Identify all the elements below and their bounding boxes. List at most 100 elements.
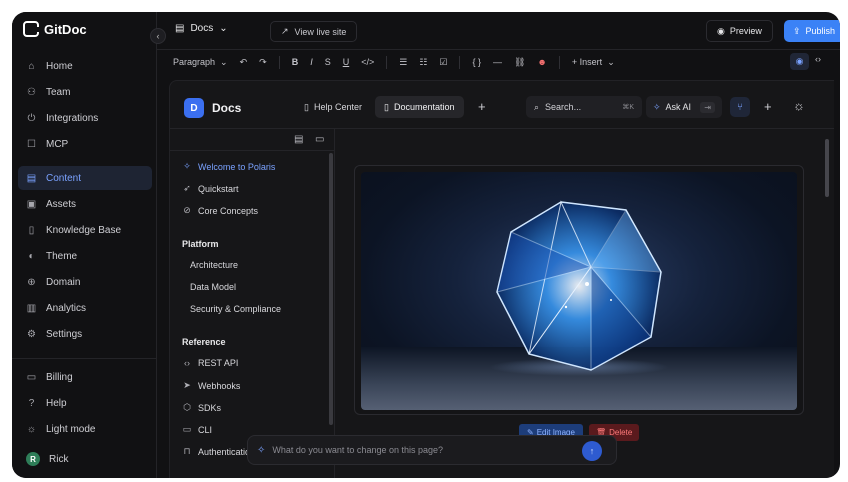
chevron-down-icon: ⌄ bbox=[220, 56, 228, 67]
sidebar-bottom-nav: ▭ Billing ? Help ☼ Light mode R Rick bbox=[18, 365, 152, 473]
space-selector[interactable]: ▤ Docs ⌄ bbox=[175, 23, 228, 34]
robot-icon: ☐ bbox=[27, 138, 36, 150]
book-icon: ▯ bbox=[384, 101, 389, 112]
sun-icon: ☼ bbox=[26, 423, 37, 435]
content-scrollbar[interactable] bbox=[825, 139, 829, 197]
publish-button[interactable]: ⇪ Publish bbox=[784, 20, 840, 42]
tree-item-quickstart[interactable]: ➶ Quickstart bbox=[182, 183, 238, 194]
tree-item-core-concepts[interactable]: ⊘ Core Concepts bbox=[182, 205, 258, 216]
sun-icon[interactable]: ☼ bbox=[793, 98, 805, 113]
sidebar-item-integrations[interactable]: ⏻ Integrations bbox=[18, 106, 152, 130]
lock-icon: ⊓ bbox=[183, 446, 191, 456]
bullet-list-icon[interactable]: ☰ bbox=[399, 57, 407, 68]
sidebar-item-settings[interactable]: ⚙ Settings bbox=[18, 322, 152, 346]
eye-icon: ◉ bbox=[717, 25, 725, 36]
redo-icon[interactable]: ↷ bbox=[259, 57, 267, 68]
notification-dot bbox=[839, 18, 840, 23]
search-input[interactable]: ⌕ Search... ⌘K bbox=[526, 96, 642, 118]
monitor-icon: ▭ bbox=[182, 424, 192, 434]
site-logo: D bbox=[184, 98, 204, 118]
inline-code-button[interactable]: </> bbox=[361, 57, 374, 67]
tree-item-authentication[interactable]: ⊓ Authentication bbox=[182, 446, 255, 457]
tree-item-sdks[interactable]: ⬡ SDKs bbox=[182, 402, 221, 413]
ask-ai-button[interactable]: ✧ Ask AI ⇥ bbox=[646, 96, 722, 118]
help-icon: ? bbox=[28, 397, 35, 409]
palette-icon: ◐ bbox=[28, 250, 35, 262]
emoji-icon[interactable]: ☻ bbox=[537, 57, 546, 67]
brand[interactable]: GitDoc bbox=[23, 21, 87, 37]
tree-item-welcome[interactable]: ✧ Welcome to Polaris bbox=[182, 161, 275, 172]
sidebar-item-team[interactable]: ⚇ Team bbox=[18, 80, 152, 104]
sidebar-item-domain[interactable]: ⊕ Domain bbox=[18, 270, 152, 294]
underline-button[interactable]: U bbox=[343, 57, 350, 67]
add-tab-button[interactable]: + bbox=[478, 99, 486, 114]
gear-icon: ⚙ bbox=[27, 328, 36, 340]
compass-icon: ⊘ bbox=[183, 205, 191, 215]
tree-item-security[interactable]: Security & Compliance bbox=[190, 304, 281, 314]
strikethrough-button[interactable]: S bbox=[325, 57, 331, 67]
sidebar-item-light-mode[interactable]: ☼ Light mode bbox=[18, 417, 152, 441]
document-icon: ▤ bbox=[175, 23, 185, 34]
tree-item-architecture[interactable]: Architecture bbox=[190, 260, 238, 270]
tree-item-data-model[interactable]: Data Model bbox=[190, 282, 236, 292]
sidebar-item-knowledge-base[interactable]: ▯ Knowledge Base bbox=[18, 218, 152, 242]
tab-documentation[interactable]: ▯ Documentation bbox=[375, 96, 464, 118]
new-page-icon[interactable]: ▤ bbox=[294, 134, 303, 145]
checklist-icon[interactable]: ☑ bbox=[439, 57, 447, 68]
sidebar-item-help[interactable]: ? Help bbox=[18, 391, 152, 415]
sidebar: GitDoc ⌂ Home ⚇ Team ⏻ Integrations ☐ MCP ▤ C… bbox=[12, 12, 157, 478]
tab-help-center[interactable]: ▯ Help Center bbox=[295, 96, 371, 118]
image-icon: ▣ bbox=[26, 198, 37, 210]
italic-button[interactable]: I bbox=[310, 57, 313, 67]
add-button[interactable]: + bbox=[764, 99, 772, 114]
paragraph-select[interactable]: Paragraph ⌄ bbox=[173, 57, 228, 68]
ask-ai-shortcut: ⇥ bbox=[700, 101, 715, 113]
book-icon: ▯ bbox=[304, 101, 309, 112]
numbered-list-icon[interactable]: ☷ bbox=[419, 57, 427, 68]
chevron-left-icon[interactable]: ‹ bbox=[150, 28, 166, 44]
search-icon: ⌕ bbox=[534, 101, 540, 112]
link-icon[interactable]: ⛓ bbox=[514, 57, 525, 68]
external-link-icon: ↗ bbox=[281, 26, 289, 36]
box-icon: ⬡ bbox=[183, 402, 191, 412]
sidebar-item-mcp[interactable]: ☐ MCP bbox=[18, 132, 152, 156]
preview-button[interactable]: ◉ Preview bbox=[706, 20, 773, 42]
app-window: GitDoc ⌂ Home ⚇ Team ⏻ Integrations ☐ MCP ▤ C… bbox=[12, 12, 840, 478]
bold-button[interactable]: B bbox=[292, 57, 299, 67]
divider-icon[interactable]: — bbox=[493, 57, 502, 67]
git-branch-icon[interactable]: ⑂ bbox=[730, 97, 750, 117]
insert-menu[interactable]: + Insert ⌄ bbox=[572, 57, 615, 68]
search-shortcut: ⌘K bbox=[622, 104, 634, 111]
code-block-button[interactable]: { } bbox=[472, 57, 481, 67]
send-icon: ➤ bbox=[183, 380, 191, 390]
chevron-down-icon: ⌄ bbox=[219, 23, 228, 34]
users-icon: ⚇ bbox=[27, 86, 36, 98]
sparkle-icon: ✧ bbox=[183, 161, 191, 171]
tree-scrollbar[interactable] bbox=[329, 153, 333, 425]
user-menu[interactable]: R Rick bbox=[18, 447, 152, 471]
new-folder-icon[interactable]: ▭ bbox=[315, 134, 324, 145]
sidebar-item-billing[interactable]: ▭ Billing bbox=[18, 365, 152, 389]
prompt-placeholder: What do you want to change on this page? bbox=[272, 445, 444, 455]
sidebar-item-analytics[interactable]: ▥ Analytics bbox=[18, 296, 152, 320]
code-view-icon[interactable]: ‹› bbox=[815, 54, 821, 64]
brand-name: GitDoc bbox=[44, 21, 87, 37]
view-live-site-button[interactable]: ↗ View live site bbox=[270, 21, 358, 42]
credit-card-icon: ▭ bbox=[26, 371, 37, 383]
plug-icon: ⏻ bbox=[27, 112, 36, 124]
sidebar-divider bbox=[12, 358, 157, 359]
sidebar-item-assets[interactable]: ▣ Assets bbox=[18, 192, 152, 216]
tree-item-rest-api[interactable]: ‹› REST API bbox=[182, 358, 238, 368]
ai-prompt-input[interactable]: ✧ What do you want to change on this pag… bbox=[247, 435, 617, 465]
sidebar-item-home[interactable]: ⌂ Home bbox=[18, 54, 152, 78]
sidebar-item-content[interactable]: ▤ Content bbox=[18, 166, 152, 190]
undo-icon[interactable]: ↶ bbox=[240, 57, 248, 68]
space-name: Docs bbox=[190, 23, 214, 34]
send-button[interactable]: ↑ bbox=[582, 441, 602, 461]
tree-section-platform: Platform bbox=[182, 239, 219, 249]
sidebar-item-theme[interactable]: ◐ Theme bbox=[18, 244, 152, 268]
crystal-image[interactable] bbox=[361, 172, 797, 410]
tree-item-webhooks[interactable]: ➤ Webhooks bbox=[182, 380, 240, 391]
tree-item-cli[interactable]: ▭ CLI bbox=[182, 424, 212, 435]
eye-icon[interactable]: ◉ bbox=[790, 53, 809, 70]
